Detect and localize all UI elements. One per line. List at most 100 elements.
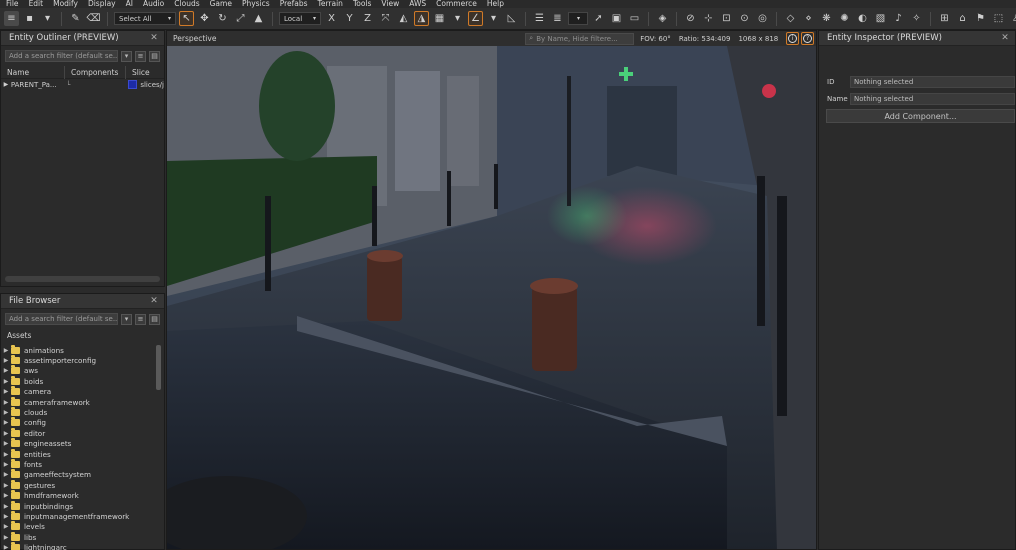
close-icon[interactable]: ✕ bbox=[148, 32, 160, 44]
axis-y-icon[interactable]: Y bbox=[342, 11, 357, 26]
cube-icon[interactable]: ⬚ bbox=[991, 11, 1006, 26]
folder-item[interactable]: ▶ inputbindings bbox=[1, 500, 154, 511]
assets-root-label[interactable]: Assets bbox=[1, 329, 164, 342]
save-icon[interactable]: ▣ bbox=[609, 11, 624, 26]
folder-item[interactable]: ▶ gameeffectsystem bbox=[1, 469, 154, 480]
folder-item[interactable]: ▶ fonts bbox=[1, 458, 154, 469]
angle-dropdown-icon[interactable]: ▾ bbox=[486, 11, 501, 26]
axis-x-icon[interactable]: X bbox=[324, 11, 339, 26]
expand-arrow-icon[interactable]: ▶ bbox=[1, 492, 11, 499]
outliner-row[interactable]: ▶ PARENT_Pa... └ slices/j bbox=[1, 79, 164, 90]
folder-item[interactable]: ▶ animations bbox=[1, 344, 154, 355]
toolbar-menu-icon[interactable]: ≡ bbox=[4, 11, 19, 26]
angle-snap-icon[interactable]: ∠ bbox=[468, 11, 483, 26]
eraser-icon[interactable]: ⌫ bbox=[86, 11, 101, 26]
expand-arrow-icon[interactable]: ▶ bbox=[1, 430, 11, 437]
physics-icon[interactable]: ⊘ bbox=[683, 11, 698, 26]
menu-game[interactable]: Game bbox=[204, 0, 236, 8]
axis-xy-icon[interactable]: ⤧ bbox=[378, 11, 393, 26]
expand-arrow-icon[interactable]: ▶ bbox=[1, 544, 11, 550]
menu-commerce[interactable]: Commerce bbox=[430, 0, 481, 8]
folder-item[interactable]: ▶ config bbox=[1, 417, 154, 428]
flag-icon[interactable]: ⚑ bbox=[973, 11, 988, 26]
expand-arrow-icon[interactable]: ▶ bbox=[1, 471, 11, 478]
layer-dropdown-icon[interactable]: ▾ bbox=[40, 11, 55, 26]
snap-icon[interactable]: ⊹ bbox=[701, 11, 716, 26]
id-field[interactable]: Nothing selected bbox=[850, 75, 1015, 88]
folder-item[interactable]: ▶ assetimporterconfig bbox=[1, 355, 154, 365]
menu-file[interactable]: File bbox=[0, 0, 23, 8]
list-dropdown[interactable]: ▾ bbox=[568, 12, 588, 25]
ruler-icon[interactable]: ◺ bbox=[504, 11, 519, 26]
expand-arrow-icon[interactable]: ▶ bbox=[1, 482, 11, 489]
material-icon[interactable]: ◐ bbox=[855, 11, 870, 26]
grid-dropdown-icon[interactable]: ▾ bbox=[450, 11, 465, 26]
close-icon[interactable]: ✕ bbox=[148, 295, 160, 307]
expand-arrow-icon[interactable]: ▶ bbox=[1, 388, 11, 395]
folder-item[interactable]: ▶ cameraframework bbox=[1, 396, 154, 407]
camera-icon[interactable]: ◎ bbox=[755, 11, 770, 26]
filter-dropdown-icon[interactable]: ▾ bbox=[121, 50, 132, 62]
folder-item[interactable]: ▶ boids bbox=[1, 375, 154, 386]
folder-item[interactable]: ▶ libs bbox=[1, 531, 154, 542]
folder-item[interactable]: ▶ editor bbox=[1, 427, 154, 438]
expand-arrow-icon[interactable]: ▶ bbox=[1, 367, 11, 374]
viewport-info-button[interactable]: i bbox=[786, 32, 800, 45]
grid-snap-icon[interactable]: ▦ bbox=[432, 11, 447, 26]
expand-arrow-icon[interactable]: ▶ bbox=[1, 399, 11, 406]
menu-audio[interactable]: Audio bbox=[137, 0, 168, 8]
menu-ai[interactable]: AI bbox=[120, 0, 137, 8]
move-tool-icon[interactable]: ✥ bbox=[197, 11, 212, 26]
menu-help[interactable]: Help bbox=[481, 0, 508, 8]
menu-display[interactable]: Display bbox=[82, 0, 120, 8]
column-header-slice[interactable]: Slice bbox=[126, 66, 164, 79]
filter-options-icon[interactable]: ≡ bbox=[135, 313, 146, 325]
graduation-icon[interactable]: ⌂ bbox=[955, 11, 970, 26]
browser-vertical-scrollbar[interactable] bbox=[156, 345, 161, 390]
terrain-snap-icon[interactable]: ◭ bbox=[396, 11, 411, 26]
folder-item[interactable]: ▶ lightningarc bbox=[1, 542, 154, 550]
folder-item[interactable]: ▶ engineassets bbox=[1, 438, 154, 449]
folder-item[interactable]: ▶ entities bbox=[1, 448, 154, 459]
select-all-dropdown[interactable]: Select All ▾ bbox=[114, 12, 176, 25]
menu-tools[interactable]: Tools bbox=[347, 0, 375, 8]
menu-clouds[interactable]: Clouds bbox=[168, 0, 203, 8]
texture-icon[interactable]: ▧ bbox=[873, 11, 888, 26]
menu-aws[interactable]: AWS bbox=[403, 0, 430, 8]
expand-arrow-icon[interactable]: ▶ bbox=[1, 419, 11, 426]
layer-icon[interactable]: ▪ bbox=[22, 11, 37, 26]
particle-icon[interactable]: ❋ bbox=[819, 11, 834, 26]
folder-item[interactable]: ▶ hmdframework bbox=[1, 490, 154, 500]
book-icon[interactable]: ⊞ bbox=[937, 11, 952, 26]
menu-terrain[interactable]: Terrain bbox=[312, 0, 347, 8]
axis-z-icon[interactable]: Z bbox=[360, 11, 375, 26]
menu-physics[interactable]: Physics bbox=[236, 0, 274, 8]
add-component-button[interactable]: Add Component... bbox=[826, 109, 1015, 123]
display-options-icon[interactable]: ▤ bbox=[149, 313, 160, 325]
expand-arrow-icon[interactable]: ▶ bbox=[1, 451, 11, 458]
menu-view[interactable]: View bbox=[375, 0, 403, 8]
display-options-icon[interactable]: ▤ bbox=[149, 50, 160, 62]
viewport-search-input[interactable]: ⌕ By Name, Hide filtere... bbox=[525, 32, 635, 45]
folder-item[interactable]: ▶ levels bbox=[1, 521, 154, 532]
expand-arrow-icon[interactable]: ▶ bbox=[1, 347, 11, 354]
filter-dropdown-icon[interactable]: ▾ bbox=[121, 313, 132, 325]
expand-arrow-icon[interactable]: ▶ bbox=[1, 523, 11, 530]
terrain-follow-icon[interactable]: ◮ bbox=[414, 11, 429, 26]
effect-icon[interactable]: ✧ bbox=[909, 11, 924, 26]
expand-arrow-icon[interactable]: ▶ bbox=[1, 534, 11, 541]
expand-arrow-icon[interactable]: ▶ bbox=[1, 409, 11, 416]
filter-options-icon[interactable]: ≡ bbox=[135, 50, 146, 62]
ai-icon[interactable]: ⊙ bbox=[737, 11, 752, 26]
expand-arrow-icon[interactable]: ▶ bbox=[1, 378, 11, 385]
expand-arrow-icon[interactable]: ▶ bbox=[1, 81, 11, 88]
outliner-horizontal-scrollbar[interactable] bbox=[5, 276, 160, 282]
browser-search-input[interactable]: Add a search filter (default se... bbox=[5, 313, 118, 325]
lock-icon[interactable]: ⊡ bbox=[719, 11, 734, 26]
character-icon[interactable]: ♙ bbox=[1009, 11, 1016, 26]
expand-arrow-icon[interactable]: ▶ bbox=[1, 503, 11, 510]
close-icon[interactable]: ✕ bbox=[999, 32, 1011, 44]
outliner-search-input[interactable]: Add a search filter (default se... bbox=[5, 50, 118, 62]
menu-modify[interactable]: Modify bbox=[47, 0, 82, 8]
scale-tool-icon[interactable]: ⤢ bbox=[233, 11, 248, 26]
